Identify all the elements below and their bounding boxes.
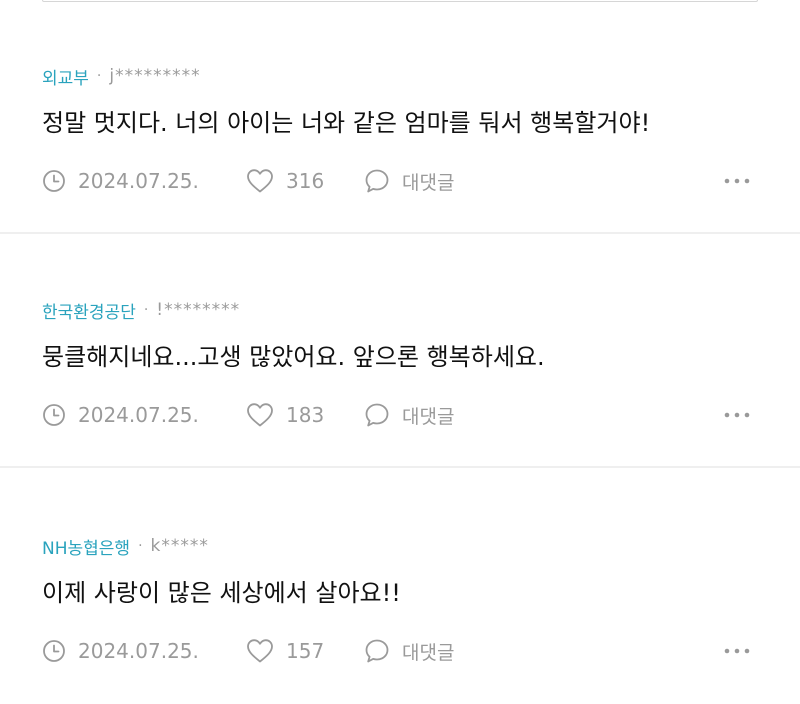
comment-date: 2024.07.25.	[42, 398, 199, 432]
comment-author-link[interactable]: 외교부	[42, 64, 89, 89]
clock-icon	[43, 640, 65, 662]
speech-bubble-icon	[365, 403, 389, 427]
like-button[interactable]: 316	[246, 164, 324, 198]
comment-item: 한국환경공단 · !******** 뭉클해지네요...고생 많았어요. 앞으론…	[0, 234, 800, 468]
more-dots-icon	[724, 412, 750, 418]
meta-separator: ·	[96, 68, 102, 84]
comment-author-link[interactable]: 한국환경공단	[42, 298, 136, 323]
heart-icon	[247, 639, 273, 663]
clock-icon	[43, 170, 65, 192]
comment-actions: 2024.07.25. 157 대댓글	[42, 634, 758, 668]
reply-button[interactable]: 대댓글	[364, 164, 454, 198]
meta-separator: ·	[138, 538, 143, 554]
reply-label: 대댓글	[402, 641, 455, 664]
comment-date-text: 2024.07.25.	[78, 403, 199, 427]
comment-text: 정말 멋지다. 너의 아이는 너와 같은 엄마를 둬서 행복할거야!	[42, 109, 651, 137]
comment-date: 2024.07.25.	[42, 164, 199, 198]
heart-icon	[247, 169, 273, 193]
reply-label: 대댓글	[402, 405, 455, 428]
more-options-button[interactable]	[724, 634, 750, 668]
comment-text: 뭉클해지네요...고생 많았어요. 앞으론 행복하세요.	[42, 343, 545, 371]
more-options-button[interactable]	[724, 398, 750, 432]
comment-author-link[interactable]: NH농협은행	[42, 534, 130, 559]
comment-actions: 2024.07.25. 316 대댓글	[42, 164, 758, 198]
comment-user-id: !********	[156, 300, 241, 320]
clock-icon	[43, 404, 65, 426]
like-button[interactable]: 183	[246, 398, 324, 432]
more-dots-icon	[724, 648, 750, 654]
comment-date-text: 2024.07.25.	[78, 169, 199, 193]
comment-divider	[0, 466, 800, 468]
comment-user-id: j*********	[109, 66, 201, 86]
comment-date-text: 2024.07.25.	[78, 639, 199, 663]
comment-date: 2024.07.25.	[42, 634, 199, 668]
comment-item: 외교부 · j********* 정말 멋지다. 너의 아이는 너와 같은 엄마…	[0, 0, 800, 234]
speech-bubble-icon	[365, 169, 389, 193]
comment-actions: 2024.07.25. 183 대댓글	[42, 398, 758, 432]
meta-separator: ·	[143, 302, 149, 318]
reply-button[interactable]: 대댓글	[364, 398, 454, 432]
like-count: 157	[286, 639, 325, 663]
comment-text: 이제 사랑이 많은 세상에서 살아요!!	[42, 579, 401, 607]
reply-label: 대댓글	[402, 171, 455, 194]
comment-item: NH농협은행 · k***** 이제 사랑이 많은 세상에서 살아요!! 202…	[0, 470, 800, 704]
reply-button[interactable]: 대댓글	[364, 634, 454, 668]
more-dots-icon	[724, 178, 750, 184]
comment-meta: 한국환경공단 · !********	[42, 298, 241, 323]
like-button[interactable]: 157	[246, 634, 324, 668]
heart-icon	[247, 403, 273, 427]
like-count: 316	[286, 169, 325, 193]
more-options-button[interactable]	[724, 164, 750, 198]
speech-bubble-icon	[365, 639, 389, 663]
like-count: 183	[286, 403, 325, 427]
comment-meta: NH농협은행 · k*****	[42, 534, 209, 559]
comment-user-id: k*****	[150, 536, 209, 556]
comment-meta: 외교부 · j*********	[42, 64, 201, 89]
